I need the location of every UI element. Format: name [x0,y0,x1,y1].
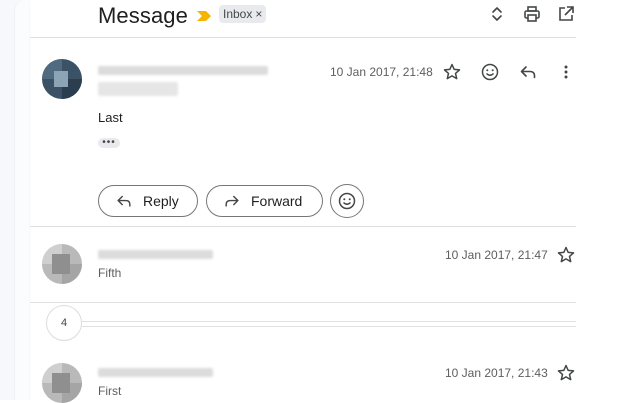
message-date: 10 Jan 2017, 21:48 [330,65,433,79]
forward-button-label: Forward [251,193,303,209]
importance-marker-icon[interactable] [196,9,212,21]
message-subject: Message [98,3,188,28]
emoji-reaction-icon[interactable] [480,62,500,82]
message-divider [30,302,576,303]
forward-button[interactable]: Forward [206,185,323,217]
expand-collapse-icon[interactable] [487,4,507,24]
star-icon[interactable] [442,62,462,82]
avatar[interactable] [42,363,82,403]
emoji-icon [338,192,356,210]
collapsed-stack-line [82,326,576,327]
label-chip-inbox: Inbox × [219,5,267,23]
right-rail [576,0,640,400]
message-snippet: Fifth [98,266,122,280]
message-divider [30,226,576,227]
reply-icon[interactable] [518,62,538,82]
message-date: 10 Jan 2017, 21:47 [445,248,548,262]
reply-button[interactable]: Reply [98,185,198,217]
left-rail [0,0,30,400]
redacted-sender [98,66,268,75]
forward-icon [225,195,239,207]
redacted-recipient [98,82,178,96]
print-icon[interactable] [522,4,542,24]
avatar[interactable] [42,244,82,284]
collapsed-stack-line [82,321,576,322]
more-icon[interactable] [556,62,576,82]
emoji-reaction-button[interactable] [330,184,364,218]
reply-button-label: Reply [143,193,179,209]
label-chip-text: Inbox [223,7,253,21]
star-icon[interactable] [556,363,576,383]
reply-icon [117,195,131,207]
rail-panel-edge [14,0,29,400]
message-date: 10 Jan 2017, 21:43 [445,366,548,380]
star-icon[interactable] [556,245,576,265]
remove-label-icon[interactable]: × [255,7,262,21]
show-trimmed-content-button[interactable]: ••• [98,138,120,148]
message-body: Last [98,110,123,125]
avatar[interactable] [42,59,82,99]
header-divider [30,37,576,38]
message-snippet: First [98,384,122,398]
redacted-sender [98,250,213,259]
collapsed-messages-count[interactable]: 4 [46,305,82,341]
open-in-new-window-icon[interactable] [556,4,576,24]
redacted-sender [98,368,213,377]
